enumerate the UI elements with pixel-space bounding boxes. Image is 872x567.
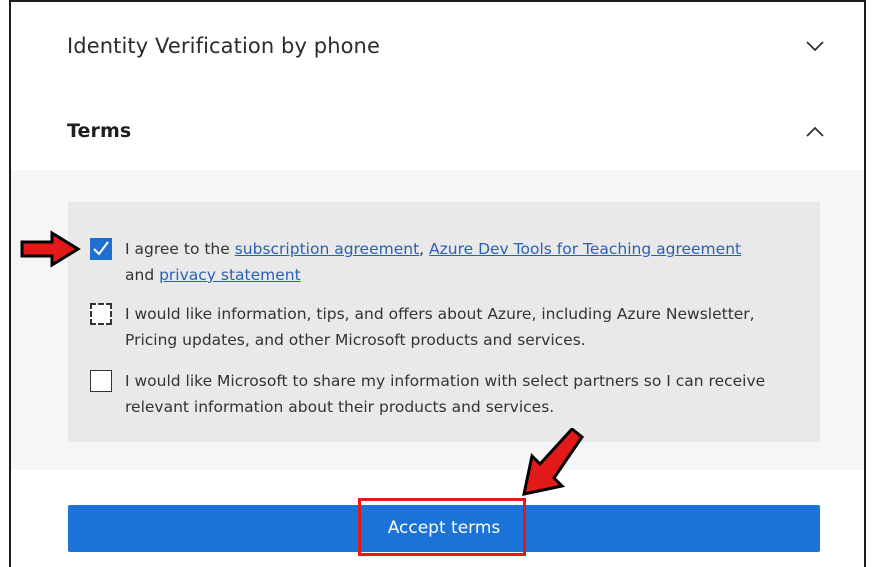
terms-panel: Identity Verification by phone Terms I a…: [9, 0, 866, 567]
accept-terms-button[interactable]: Accept terms: [68, 505, 820, 552]
chevron-up-icon[interactable]: [806, 126, 824, 138]
checkmark-icon: [93, 241, 109, 256]
accept-terms-label: Accept terms: [387, 518, 501, 538]
accordion-identity-verification[interactable]: Identity Verification by phone: [11, 2, 864, 87]
agree-and-text: and: [125, 266, 160, 284]
agree-separator: ,: [419, 240, 430, 258]
agree-prefix-text: I agree to the: [125, 240, 235, 258]
accordion-terms-title: Terms: [67, 120, 132, 142]
share-info-label: I would like Microsoft to share my infor…: [125, 372, 766, 416]
info-offers-checkbox[interactable]: [90, 303, 112, 325]
accordion-terms[interactable]: Terms: [11, 86, 864, 170]
agree-terms-checkbox[interactable]: [90, 238, 112, 260]
dev-tools-agreement-link[interactable]: Azure Dev Tools for Teaching agreement: [429, 240, 741, 258]
subscription-agreement-link[interactable]: subscription agreement: [235, 240, 419, 258]
info-offers-label: I would like information, tips, and offe…: [125, 305, 755, 349]
agree-terms-label: I agree to the subscription agreement, A…: [125, 236, 795, 288]
share-info-checkbox[interactable]: [90, 370, 112, 392]
chevron-down-icon[interactable]: [806, 40, 824, 52]
accordion-identity-title: Identity Verification by phone: [67, 34, 380, 58]
privacy-statement-link[interactable]: privacy statement: [159, 266, 301, 284]
